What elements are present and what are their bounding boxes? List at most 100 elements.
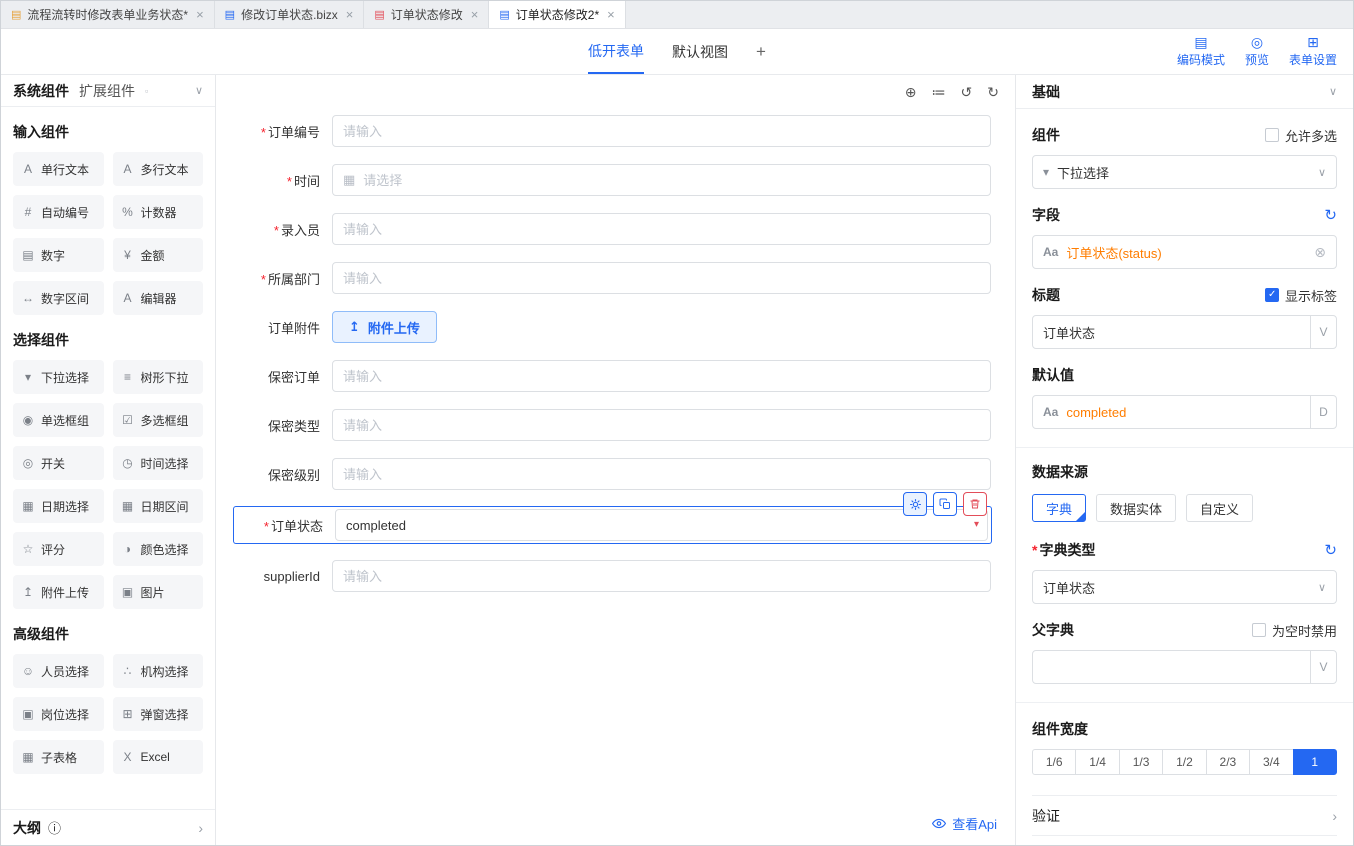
close-icon[interactable]: × [196,7,204,22]
tab-system-components[interactable]: 系统组件 [13,81,69,101]
file-tab[interactable]: ▤ 流程流转时修改表单业务状态* × [1,1,215,28]
component-item[interactable]: ≡树形下拉 [113,360,204,394]
outline-tree-icon[interactable]: ≔ [932,84,946,101]
refresh-icon[interactable]: ↻ [1324,206,1337,224]
checkbox-checked-icon[interactable] [1265,288,1279,302]
form-field-row[interactable]: *订单编号 [234,115,991,147]
form-field-row[interactable]: 保密级别 [234,458,991,490]
chevron-right-icon[interactable]: › [198,820,203,836]
component-item[interactable]: A单行文本 [13,152,104,186]
component-item[interactable]: ◉单选框组 [13,403,104,437]
component-item[interactable]: ∴机构选择 [113,654,204,688]
dict-type-select[interactable]: 订单状态 ∨ [1032,570,1337,604]
component-item[interactable]: ◑颜色选择 [113,532,204,566]
field-input[interactable] [332,560,991,592]
field-input[interactable] [332,115,991,147]
component-item[interactable]: ⊞弹窗选择 [113,697,204,731]
text-input[interactable] [343,124,980,139]
component-item[interactable]: ☑多选框组 [113,403,204,437]
form-field-row[interactable]: *所属部门 [234,262,991,294]
form-field-row[interactable]: 保密订单 [234,360,991,392]
settings-button[interactable] [903,492,927,516]
width-chip[interactable]: 1/4 [1075,749,1119,775]
outline-bar[interactable]: 大纲 ⓘ › [1,809,215,845]
component-item[interactable]: ▦日期区间 [113,489,204,523]
checkbox-unchecked-icon[interactable] [1265,128,1279,142]
form-field-row[interactable]: 订单附件 ↥ 附件上传 [234,311,991,343]
variable-button[interactable]: V [1310,316,1336,348]
width-chip[interactable]: 1/6 [1032,749,1076,775]
component-item[interactable]: ↥附件上传 [13,575,104,609]
width-chip[interactable]: 1/3 [1119,749,1163,775]
text-input[interactable] [343,418,980,433]
chevron-down-icon[interactable]: ∨ [1329,85,1337,98]
field-input[interactable] [332,213,991,245]
component-item[interactable]: ▦子表格 [13,740,104,774]
width-chip-selected[interactable]: 1 [1293,749,1337,775]
component-item[interactable]: XExcel [113,740,204,774]
component-item[interactable]: ☺人员选择 [13,654,104,688]
chevron-down-icon[interactable]: ∨ [195,84,203,97]
checkbox-unchecked-icon[interactable] [1252,623,1266,637]
component-item[interactable]: ▤数字 [13,238,104,272]
field-input[interactable]: ▦ [332,164,991,196]
form-settings-button[interactable]: ⊞ 表单设置 [1289,33,1337,68]
file-tab[interactable]: ▤ 修改订单状态.bizx × [215,1,365,28]
dynamic-button[interactable]: D [1310,396,1336,428]
file-tab-active[interactable]: ▤ 订单状态修改2* × [489,1,625,28]
datasource-custom-button[interactable]: 自定义 [1186,494,1253,522]
tab-extended-components[interactable]: 扩展组件 [79,81,135,101]
redo-icon[interactable]: ↻ [987,84,999,101]
preview-button[interactable]: ◎ 预览 [1245,33,1269,68]
field-input[interactable] [335,509,988,541]
width-chip[interactable]: 1/2 [1162,749,1206,775]
component-item[interactable]: ☆评分 [13,532,104,566]
component-type-select[interactable]: ▾下拉选择 ∨ [1032,155,1337,189]
default-value-box[interactable]: Aa completed [1033,396,1310,428]
title-input[interactable] [1043,325,1300,340]
close-icon[interactable]: × [607,7,615,22]
component-item[interactable]: ▦日期选择 [13,489,104,523]
globe-icon[interactable]: ⊕ [905,84,917,101]
datasource-entity-button[interactable]: 数据实体 [1096,494,1176,522]
panel-header[interactable]: 基础 ∨ [1016,75,1353,109]
component-item[interactable]: %计数器 [113,195,204,229]
delete-menu-caret-icon[interactable]: ▾ [974,519,979,530]
date-input[interactable] [363,173,980,188]
close-icon[interactable]: × [471,7,479,22]
form-field-row[interactable]: *时间 ▦ [234,164,991,196]
tab-low-code-form[interactable]: 低开表单 [588,29,644,74]
component-item[interactable]: A编辑器 [113,281,204,315]
form-field-row[interactable]: supplierId [234,560,991,592]
file-tab[interactable]: ▤ 订单状态修改 × [364,1,489,28]
component-item[interactable]: ◎开关 [13,446,104,480]
component-item[interactable]: A多行文本 [113,152,204,186]
upload-button[interactable]: ↥ 附件上传 [332,311,437,343]
form-field-row[interactable]: 保密类型 [234,409,991,441]
field-input[interactable] [332,262,991,294]
remove-field-icon[interactable]: ⊗ [1314,244,1326,261]
undo-icon[interactable]: ↺ [961,84,973,101]
section-validation[interactable]: 验证 › [1032,796,1337,836]
add-view-button[interactable]: + [756,29,766,74]
code-mode-button[interactable]: ▤ 编码模式 [1177,33,1225,68]
parent-dict-input[interactable] [1043,660,1300,675]
form-field-row-selected[interactable]: *订单状态 ▾ [234,507,991,543]
text-input[interactable] [343,467,980,482]
text-input[interactable] [346,518,977,533]
width-chip[interactable]: 3/4 [1249,749,1293,775]
text-input[interactable] [343,271,980,286]
section-advanced[interactable]: 高级 › [1032,836,1337,845]
delete-button[interactable] [963,492,987,516]
refresh-icon[interactable]: ↻ [1324,541,1337,559]
width-chip[interactable]: 2/3 [1206,749,1250,775]
component-item[interactable]: ↔数字区间 [13,281,104,315]
allow-multi-toggle[interactable]: 允许多选 [1265,126,1337,145]
component-item[interactable]: ▣岗位选择 [13,697,104,731]
form-field-row[interactable]: *录入员 [234,213,991,245]
component-item[interactable]: ▾下拉选择 [13,360,104,394]
empty-disable-toggle[interactable]: 为空时禁用 [1252,621,1337,640]
view-api-link[interactable]: 查看Api [932,814,997,833]
tab-default-view[interactable]: 默认视图 [672,29,728,74]
datasource-dict-button[interactable]: 字典 [1032,494,1086,522]
